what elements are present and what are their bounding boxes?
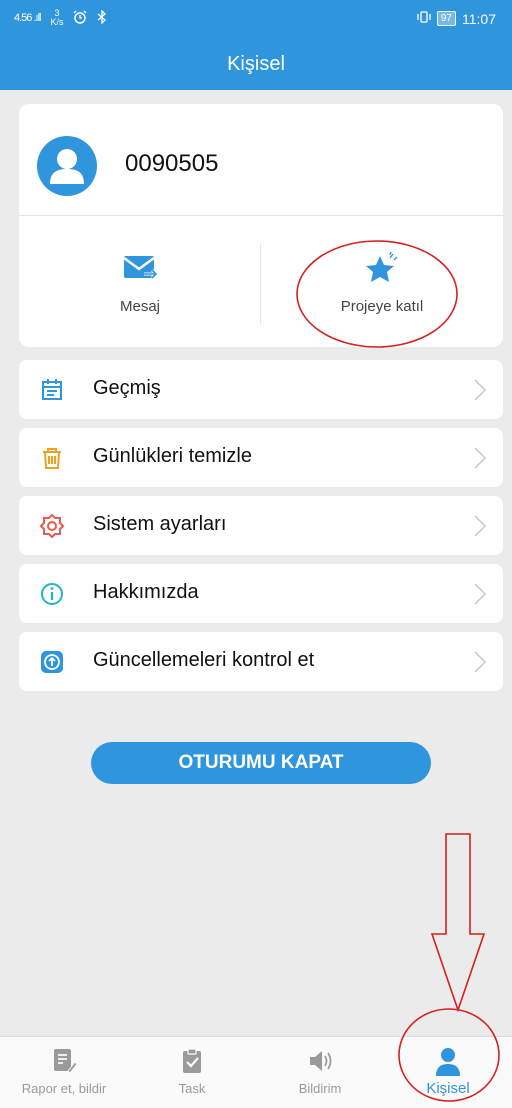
- chevron-right-icon: [473, 514, 487, 538]
- tab-notifications[interactable]: Bildirim: [256, 1037, 384, 1108]
- phone-number: 0090505: [125, 150, 219, 177]
- battery-indicator: 97: [436, 11, 456, 26]
- menu-item-about[interactable]: Hakkımızda: [19, 564, 503, 623]
- profile-card: 0090505 Mesaj Projeye katıl: [19, 104, 503, 347]
- status-right: 97 11:07: [417, 10, 496, 27]
- tab-label: Bildirim: [298, 1081, 342, 1096]
- mail-icon: [122, 252, 159, 287]
- alarm-icon: [73, 10, 87, 27]
- menu-item-label: Hakkımızda: [93, 581, 199, 603]
- signal-indicator: 4.56 .ıll: [14, 12, 41, 24]
- profile-header: 0090505: [19, 104, 503, 216]
- message-label: Mesaj: [119, 298, 160, 315]
- network-speed-unit: K/s: [50, 17, 64, 27]
- update-icon: [39, 649, 65, 675]
- join-project-button[interactable]: Projeye katıl: [261, 216, 503, 347]
- phone-number-blurred: [241, 150, 341, 180]
- calendar-icon: [39, 377, 65, 403]
- annotation-arrow-down: [430, 833, 486, 1013]
- clock: 11:07: [462, 10, 496, 27]
- status-left: 4.56 .ıll 3 K/s: [14, 9, 107, 27]
- chevron-right-icon: [473, 582, 487, 606]
- trash-icon: [39, 445, 65, 471]
- menu-item-label: Geçmiş: [93, 377, 161, 399]
- person-icon: [434, 1047, 462, 1082]
- tab-label: Task: [178, 1081, 206, 1096]
- star-icon: [362, 251, 402, 289]
- network-speed: 3 K/s: [50, 9, 63, 27]
- vibrate-icon: [417, 10, 431, 27]
- info-icon: [39, 581, 65, 607]
- join-project-label: Projeye katıl: [340, 298, 424, 315]
- bottom-tab-bar: Rapor et, bildir Task Bildirim Kişisel: [0, 1036, 512, 1108]
- chevron-right-icon: [473, 378, 487, 402]
- gear-icon: [39, 513, 65, 539]
- logout-button[interactable]: OTURUMU KAPAT: [91, 742, 431, 784]
- avatar[interactable]: [37, 136, 97, 196]
- chevron-right-icon: [473, 650, 487, 674]
- menu-item-label: Güncellemeleri kontrol et: [93, 649, 315, 671]
- page-title: Kişisel: [0, 38, 512, 90]
- report-icon: [50, 1047, 78, 1080]
- tab-report[interactable]: Rapor et, bildir: [0, 1037, 128, 1108]
- person-avatar-icon: [50, 149, 84, 184]
- speaker-icon: [306, 1047, 334, 1080]
- chevron-right-icon: [473, 446, 487, 470]
- tab-task[interactable]: Task: [128, 1037, 256, 1108]
- bluetooth-icon: [97, 8, 107, 27]
- menu-item-label: Günlükleri temizle: [93, 445, 252, 467]
- tab-label: Kişisel: [426, 1080, 470, 1097]
- tab-personal[interactable]: Kişisel: [384, 1037, 512, 1108]
- menu-item-check-updates[interactable]: Güncellemeleri kontrol et: [19, 632, 503, 691]
- clipboard-icon: [178, 1047, 206, 1080]
- menu-item-label: Sistem ayarları: [93, 513, 227, 535]
- menu-item-system-settings[interactable]: Sistem ayarları: [19, 496, 503, 555]
- tab-label: Rapor et, bildir: [21, 1081, 107, 1096]
- menu-item-clear-logs[interactable]: Günlükleri temizle: [19, 428, 503, 487]
- message-button[interactable]: Mesaj: [19, 216, 261, 347]
- menu-item-history[interactable]: Geçmiş: [19, 360, 503, 419]
- status-bar: 4.56 .ıll 3 K/s 97 11:07: [0, 0, 512, 38]
